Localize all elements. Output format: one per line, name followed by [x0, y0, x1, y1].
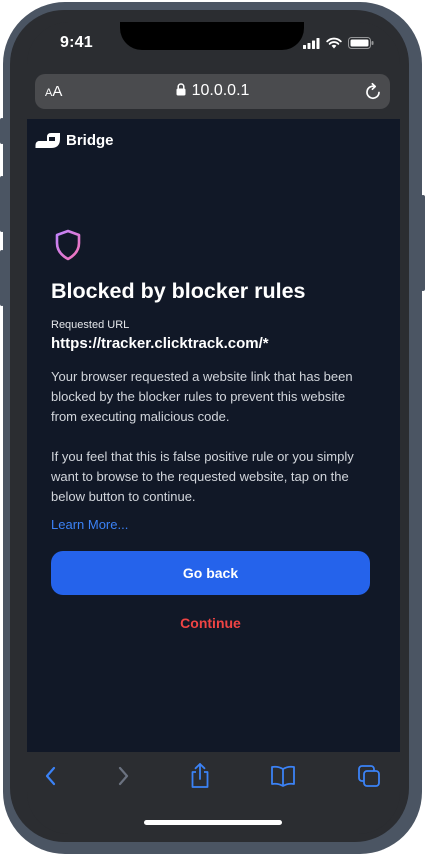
block-explanation: Your browser requested a website link th… — [51, 369, 353, 424]
wifi-icon — [326, 37, 342, 49]
requested-url-label: Requested URL — [51, 319, 130, 331]
status-bar: 9:41 — [27, 22, 400, 74]
reload-icon[interactable] — [364, 82, 382, 101]
requested-url: https://tracker.clicktrack.com/* — [51, 335, 269, 352]
brand: Bridge — [35, 132, 114, 149]
go-back-button[interactable]: Go back — [51, 551, 370, 595]
home-indicator[interactable] — [144, 820, 282, 825]
status-icons — [303, 37, 374, 49]
back-icon[interactable] — [42, 764, 60, 788]
tabs-icon[interactable] — [357, 764, 381, 788]
mute-switch — [0, 118, 4, 144]
brand-name: Bridge — [66, 132, 114, 149]
url-display[interactable]: 10.0.0.1 — [35, 82, 390, 100]
cellular-signal-icon — [303, 37, 320, 49]
bridge-logo-icon — [35, 133, 60, 148]
bookmarks-icon[interactable] — [270, 764, 296, 788]
status-time: 9:41 — [60, 34, 93, 51]
screen: 9:41 AA 10.0.0.1 Bridge Blocked by block… — [27, 22, 400, 834]
page-title: Blocked by blocker rules — [51, 279, 306, 303]
learn-more-link[interactable]: Learn More... — [51, 517, 128, 532]
continue-button[interactable]: Continue — [51, 615, 370, 631]
notch — [120, 22, 304, 50]
volume-down-button — [0, 250, 4, 306]
lock-icon — [176, 83, 186, 96]
volume-up-button — [0, 176, 4, 232]
continue-explanation: If you feel that this is false positive … — [51, 449, 354, 504]
shield-icon — [55, 229, 81, 261]
blocked-page: Bridge Blocked by blocker rules Requeste… — [27, 119, 400, 752]
power-button — [421, 195, 425, 291]
url-text: 10.0.0.1 — [191, 82, 250, 99]
battery-icon — [348, 37, 374, 49]
share-icon[interactable] — [189, 762, 211, 789]
address-bar[interactable]: AA 10.0.0.1 — [35, 74, 390, 109]
forward-icon[interactable] — [114, 764, 132, 788]
